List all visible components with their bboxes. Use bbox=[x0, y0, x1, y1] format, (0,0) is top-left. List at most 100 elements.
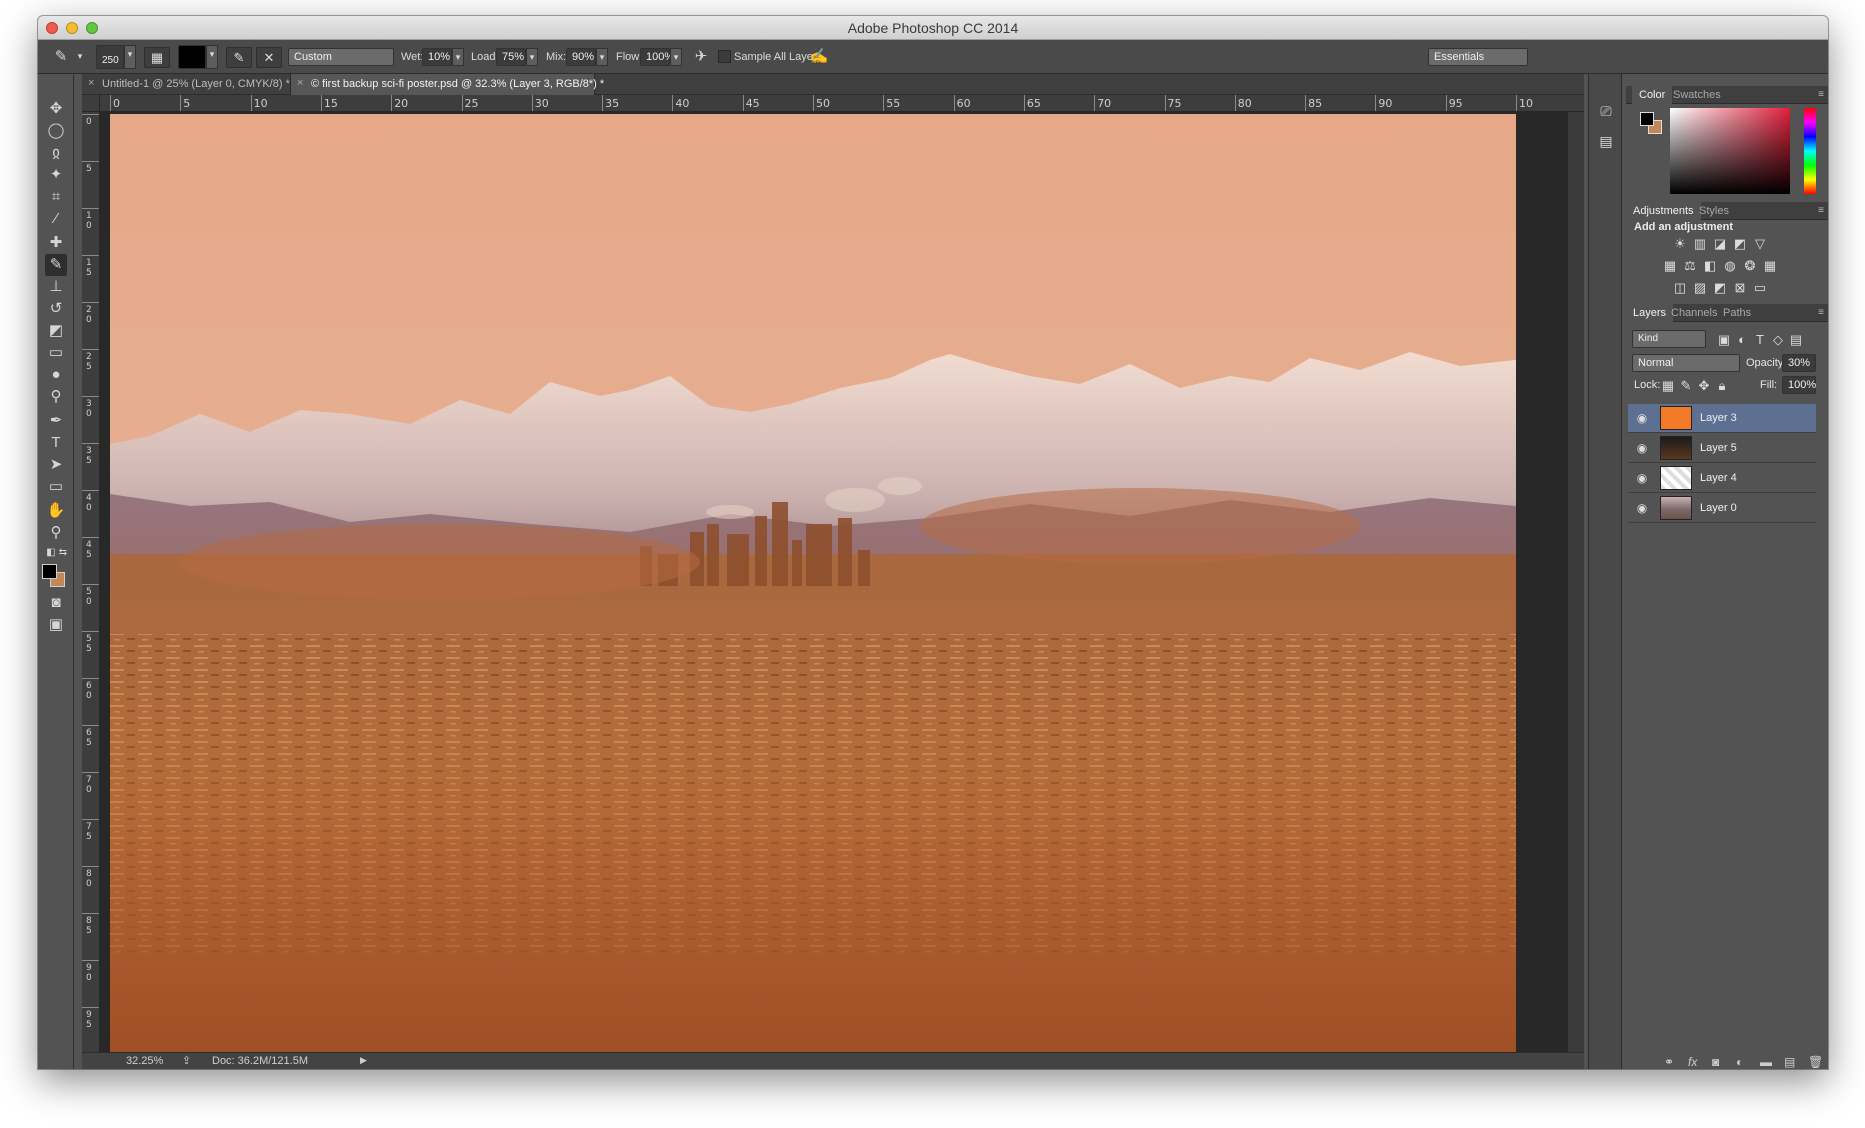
airbrush-toggle-icon[interactable]: ✈ bbox=[690, 46, 712, 68]
visibility-eye-icon[interactable]: ◉ bbox=[1634, 470, 1650, 486]
color-balance-icon[interactable]: ⚖ bbox=[1682, 258, 1698, 274]
elliptical-marquee-tool-icon[interactable]: ◯ bbox=[45, 120, 67, 142]
add-layer-style-icon[interactable]: fx bbox=[1688, 1055, 1697, 1069]
crop-tool-icon[interactable]: ⌗ bbox=[45, 186, 67, 208]
gradient-tool-icon[interactable]: ▭ bbox=[45, 342, 67, 364]
swap-colors-icon[interactable]: ⇆ bbox=[52, 542, 74, 564]
tool-preset-mixer-brush-icon[interactable]: ✎ bbox=[50, 46, 72, 68]
lock-transparent-pixels-icon[interactable]: ▦ bbox=[1660, 378, 1676, 394]
move-tool-icon[interactable]: ✥ bbox=[45, 98, 67, 120]
canvas-area[interactable] bbox=[100, 112, 1584, 1056]
history-panel-icon[interactable]: ⎚ bbox=[1597, 102, 1615, 120]
load-dropdown-icon[interactable]: ▾ bbox=[526, 48, 538, 66]
tab-adjustments[interactable]: Adjustments bbox=[1626, 202, 1701, 220]
path-selection-tool-icon[interactable]: ➤ bbox=[45, 454, 67, 476]
current-brush-load-swatch[interactable] bbox=[178, 45, 206, 69]
layer-row-layer-5[interactable]: ◉ Layer 5 bbox=[1628, 434, 1816, 463]
layer-row-layer-4[interactable]: ◉ Layer 4 bbox=[1628, 464, 1816, 493]
curves-icon[interactable]: ◪ bbox=[1712, 236, 1728, 252]
filter-smart-objects-icon[interactable]: ▤ bbox=[1788, 332, 1804, 348]
properties-panel-icon[interactable]: ▤ bbox=[1597, 132, 1615, 150]
screen-mode-icon[interactable]: ▣ bbox=[45, 614, 67, 636]
color-lookup-icon[interactable]: ▦ bbox=[1762, 258, 1778, 274]
hand-tool-icon[interactable]: ✋ bbox=[45, 500, 67, 522]
ruler-origin[interactable] bbox=[82, 95, 100, 112]
posterize-icon[interactable]: ▨ bbox=[1692, 280, 1708, 296]
status-menu-arrow-icon[interactable]: ▶ bbox=[360, 1055, 367, 1066]
load-input[interactable]: 75% bbox=[496, 48, 526, 66]
layer-row-layer-0[interactable]: ◉ Layer 0 bbox=[1628, 494, 1816, 523]
document-canvas-image[interactable] bbox=[110, 114, 1516, 1052]
filter-type-layers-icon[interactable]: T bbox=[1752, 332, 1768, 348]
clean-brush-after-stroke-icon[interactable]: ✕ bbox=[256, 47, 282, 68]
mix-input[interactable]: 90% bbox=[566, 48, 596, 66]
brightness-contrast-icon[interactable]: ☀ bbox=[1672, 236, 1688, 252]
vertical-ruler[interactable]: 0 5 1 0 1 5 2 0 2 5 3 0 3 5 4 0 4 5 5 0 5 5 6 0 6 5 7 … bbox=[82, 112, 100, 1056]
hue-saturation-icon[interactable]: ▦ bbox=[1662, 258, 1678, 274]
new-group-icon[interactable]: ▬ bbox=[1760, 1055, 1772, 1069]
lock-position-icon[interactable]: ✥ bbox=[1696, 378, 1712, 394]
new-adjustment-layer-icon[interactable]: ◐ bbox=[1736, 1055, 1743, 1069]
load-brush-after-stroke-icon[interactable]: ✎ bbox=[226, 47, 252, 68]
wet-input[interactable]: 10% bbox=[422, 48, 452, 66]
wet-dropdown-icon[interactable]: ▾ bbox=[452, 48, 464, 66]
brush-picker-arrow-icon[interactable]: ▾ bbox=[124, 45, 136, 69]
lasso-tool-icon[interactable]: ჲ bbox=[45, 142, 67, 164]
brush-size-picker[interactable]: 250 bbox=[96, 45, 124, 69]
history-brush-tool-icon[interactable]: ↺ bbox=[45, 298, 67, 320]
rectangle-tool-icon[interactable]: ▭ bbox=[45, 476, 67, 498]
zoom-tool-icon[interactable]: ⚲ bbox=[45, 522, 67, 544]
black-white-icon[interactable]: ◧ bbox=[1702, 258, 1718, 274]
foreground-color-swatch[interactable] bbox=[42, 564, 57, 579]
visibility-eye-icon[interactable]: ◉ bbox=[1634, 500, 1650, 516]
hue-slider[interactable] bbox=[1804, 108, 1816, 194]
mixer-brush-tool-icon[interactable]: ✎ bbox=[45, 254, 67, 276]
document-tab-untitled[interactable]: × Untitled-1 @ 25% (Layer 0, CMYK/8) * bbox=[82, 74, 291, 95]
brush-load-menu-icon[interactable]: ▾ bbox=[206, 45, 218, 69]
close-tab-icon[interactable]: × bbox=[88, 77, 94, 89]
type-tool-icon[interactable]: T bbox=[45, 432, 67, 454]
tab-paths[interactable]: Paths bbox=[1716, 304, 1758, 322]
quick-mask-icon[interactable]: ◙ bbox=[45, 592, 67, 614]
panel-menu-icon[interactable]: ≡ bbox=[1818, 89, 1824, 100]
mixer-preset-select[interactable]: Custom bbox=[288, 48, 394, 66]
color-panel-foreground-swatch[interactable] bbox=[1640, 112, 1654, 126]
document-size-readout[interactable]: Doc: 36.2M/121.5M bbox=[212, 1055, 308, 1067]
link-layers-icon[interactable]: ⚭ bbox=[1664, 1055, 1674, 1069]
pressure-size-toggle-icon[interactable]: ✍ bbox=[808, 46, 830, 68]
blend-mode-select[interactable]: Normal bbox=[1632, 354, 1740, 372]
workspace-switcher[interactable]: Essentials bbox=[1428, 48, 1528, 66]
eyedropper-tool-icon[interactable]: ⁄ bbox=[45, 208, 67, 230]
tool-preset-dropdown-icon[interactable]: ▾ bbox=[74, 48, 86, 66]
horizontal-ruler[interactable]: 0 5 10 15 20 25 30 35 40 45 50 55 60 65 70 75 80 85 90 95 10 bbox=[100, 95, 1584, 112]
close-tab-icon[interactable]: × bbox=[297, 77, 303, 89]
document-tab-poster[interactable]: × © first backup sci-fi poster.psd @ 32.… bbox=[291, 74, 604, 95]
flow-input[interactable]: 100% bbox=[640, 48, 674, 66]
panel-menu-icon[interactable]: ≡ bbox=[1818, 307, 1824, 318]
visibility-eye-icon[interactable]: ◉ bbox=[1634, 440, 1650, 456]
pen-tool-icon[interactable]: ✒ bbox=[45, 410, 67, 432]
opacity-input[interactable]: 30% bbox=[1782, 354, 1816, 372]
share-icon[interactable]: ⇪ bbox=[182, 1054, 191, 1067]
filter-adjustment-layers-icon[interactable]: ◐ bbox=[1734, 332, 1750, 348]
panel-menu-icon[interactable]: ≡ bbox=[1818, 205, 1824, 216]
invert-icon[interactable]: ◫ bbox=[1672, 280, 1688, 296]
tab-styles[interactable]: Styles bbox=[1692, 202, 1736, 220]
selective-color-icon[interactable]: ⊠ bbox=[1732, 280, 1748, 296]
levels-icon[interactable]: ▥ bbox=[1692, 236, 1708, 252]
canvas-vertical-scrollbar[interactable] bbox=[1568, 112, 1584, 1056]
layer-filter-kind-select[interactable]: Kind bbox=[1632, 330, 1706, 348]
filter-shape-layers-icon[interactable]: ◇ bbox=[1770, 332, 1786, 348]
new-layer-icon[interactable]: ▤ bbox=[1784, 1055, 1795, 1069]
delete-layer-icon[interactable]: 🗑︎ bbox=[1808, 1055, 1823, 1069]
blur-tool-icon[interactable]: ● bbox=[45, 364, 67, 386]
clone-stamp-tool-icon[interactable]: ⊥ bbox=[45, 276, 67, 298]
brush-panel-toggle-icon[interactable]: ▦ bbox=[144, 47, 170, 68]
flow-dropdown-icon[interactable]: ▾ bbox=[670, 48, 682, 66]
color-spectrum-field[interactable] bbox=[1670, 108, 1790, 194]
filter-pixel-layers-icon[interactable]: ▣ bbox=[1716, 332, 1732, 348]
threshold-icon[interactable]: ◩ bbox=[1712, 280, 1728, 296]
mix-dropdown-icon[interactable]: ▾ bbox=[596, 48, 608, 66]
sample-all-layers-checkbox[interactable] bbox=[718, 50, 731, 63]
gradient-map-icon[interactable]: ▭ bbox=[1752, 280, 1768, 296]
